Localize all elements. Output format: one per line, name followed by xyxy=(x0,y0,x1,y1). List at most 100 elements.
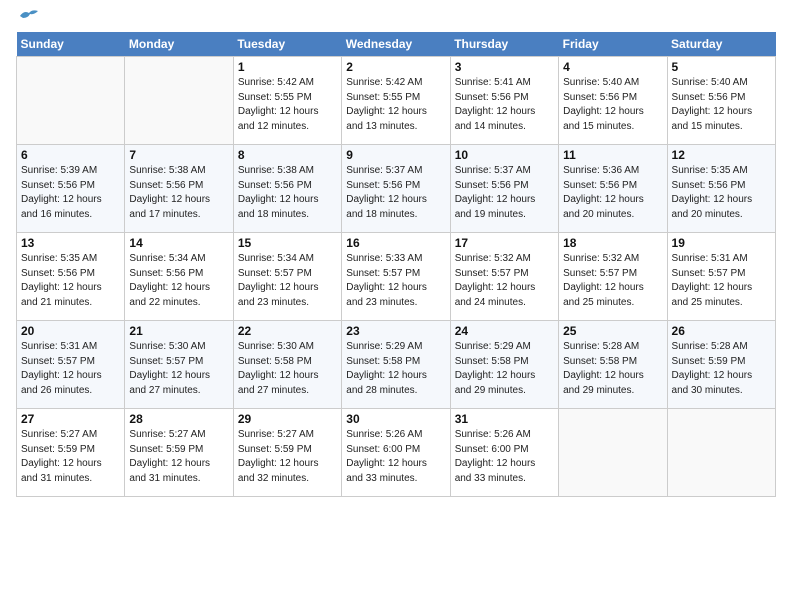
day-number: 15 xyxy=(238,236,337,250)
day-info: Sunrise: 5:31 AMSunset: 5:57 PMDaylight:… xyxy=(672,252,771,310)
weekday-header-sunday: Sunday xyxy=(17,32,125,57)
day-info: Sunrise: 5:29 AMSunset: 5:58 PMDaylight:… xyxy=(346,340,445,398)
day-info: Sunrise: 5:34 AMSunset: 5:56 PMDaylight:… xyxy=(129,252,228,310)
day-info: Sunrise: 5:41 AMSunset: 5:56 PMDaylight:… xyxy=(455,76,554,134)
day-number: 2 xyxy=(346,60,445,74)
day-number: 18 xyxy=(563,236,662,250)
day-number: 16 xyxy=(346,236,445,250)
day-info: Sunrise: 5:26 AMSunset: 6:00 PMDaylight:… xyxy=(346,428,445,486)
calendar-cell: 5 Sunrise: 5:40 AMSunset: 5:56 PMDayligh… xyxy=(667,57,775,145)
calendar-cell: 13 Sunrise: 5:35 AMSunset: 5:56 PMDaylig… xyxy=(17,233,125,321)
day-info: Sunrise: 5:36 AMSunset: 5:56 PMDaylight:… xyxy=(563,164,662,222)
day-number: 19 xyxy=(672,236,771,250)
day-number: 12 xyxy=(672,148,771,162)
day-number: 10 xyxy=(455,148,554,162)
calendar-week-row: 13 Sunrise: 5:35 AMSunset: 5:56 PMDaylig… xyxy=(17,233,776,321)
calendar-cell: 20 Sunrise: 5:31 AMSunset: 5:57 PMDaylig… xyxy=(17,321,125,409)
day-info: Sunrise: 5:37 AMSunset: 5:56 PMDaylight:… xyxy=(346,164,445,222)
calendar-cell: 10 Sunrise: 5:37 AMSunset: 5:56 PMDaylig… xyxy=(450,145,558,233)
weekday-header-friday: Friday xyxy=(559,32,667,57)
calendar-cell: 4 Sunrise: 5:40 AMSunset: 5:56 PMDayligh… xyxy=(559,57,667,145)
day-number: 26 xyxy=(672,324,771,338)
calendar-cell: 2 Sunrise: 5:42 AMSunset: 5:55 PMDayligh… xyxy=(342,57,450,145)
day-number: 20 xyxy=(21,324,120,338)
logo-bird-icon xyxy=(18,8,40,24)
calendar-cell xyxy=(17,57,125,145)
calendar-cell: 30 Sunrise: 5:26 AMSunset: 6:00 PMDaylig… xyxy=(342,409,450,497)
day-info: Sunrise: 5:28 AMSunset: 5:58 PMDaylight:… xyxy=(563,340,662,398)
day-number: 6 xyxy=(21,148,120,162)
calendar-week-row: 20 Sunrise: 5:31 AMSunset: 5:57 PMDaylig… xyxy=(17,321,776,409)
day-number: 7 xyxy=(129,148,228,162)
calendar-cell: 15 Sunrise: 5:34 AMSunset: 5:57 PMDaylig… xyxy=(233,233,341,321)
day-number: 23 xyxy=(346,324,445,338)
day-number: 31 xyxy=(455,412,554,426)
weekday-header-monday: Monday xyxy=(125,32,233,57)
calendar-cell: 18 Sunrise: 5:32 AMSunset: 5:57 PMDaylig… xyxy=(559,233,667,321)
weekday-header-saturday: Saturday xyxy=(667,32,775,57)
calendar-cell: 3 Sunrise: 5:41 AMSunset: 5:56 PMDayligh… xyxy=(450,57,558,145)
logo xyxy=(16,16,40,24)
day-info: Sunrise: 5:29 AMSunset: 5:58 PMDaylight:… xyxy=(455,340,554,398)
weekday-header-thursday: Thursday xyxy=(450,32,558,57)
day-number: 21 xyxy=(129,324,228,338)
calendar-cell: 22 Sunrise: 5:30 AMSunset: 5:58 PMDaylig… xyxy=(233,321,341,409)
calendar-cell: 26 Sunrise: 5:28 AMSunset: 5:59 PMDaylig… xyxy=(667,321,775,409)
calendar-cell: 21 Sunrise: 5:30 AMSunset: 5:57 PMDaylig… xyxy=(125,321,233,409)
day-number: 22 xyxy=(238,324,337,338)
calendar-cell: 9 Sunrise: 5:37 AMSunset: 5:56 PMDayligh… xyxy=(342,145,450,233)
page-header xyxy=(16,16,776,24)
calendar-week-row: 6 Sunrise: 5:39 AMSunset: 5:56 PMDayligh… xyxy=(17,145,776,233)
day-info: Sunrise: 5:38 AMSunset: 5:56 PMDaylight:… xyxy=(129,164,228,222)
day-info: Sunrise: 5:30 AMSunset: 5:58 PMDaylight:… xyxy=(238,340,337,398)
calendar-cell: 27 Sunrise: 5:27 AMSunset: 5:59 PMDaylig… xyxy=(17,409,125,497)
day-info: Sunrise: 5:42 AMSunset: 5:55 PMDaylight:… xyxy=(238,76,337,134)
day-info: Sunrise: 5:35 AMSunset: 5:56 PMDaylight:… xyxy=(672,164,771,222)
calendar-cell xyxy=(559,409,667,497)
day-number: 3 xyxy=(455,60,554,74)
day-number: 24 xyxy=(455,324,554,338)
day-info: Sunrise: 5:39 AMSunset: 5:56 PMDaylight:… xyxy=(21,164,120,222)
weekday-header-tuesday: Tuesday xyxy=(233,32,341,57)
day-number: 8 xyxy=(238,148,337,162)
calendar-cell: 28 Sunrise: 5:27 AMSunset: 5:59 PMDaylig… xyxy=(125,409,233,497)
calendar-week-row: 27 Sunrise: 5:27 AMSunset: 5:59 PMDaylig… xyxy=(17,409,776,497)
calendar-cell xyxy=(125,57,233,145)
day-info: Sunrise: 5:32 AMSunset: 5:57 PMDaylight:… xyxy=(563,252,662,310)
calendar-cell: 7 Sunrise: 5:38 AMSunset: 5:56 PMDayligh… xyxy=(125,145,233,233)
calendar-cell: 1 Sunrise: 5:42 AMSunset: 5:55 PMDayligh… xyxy=(233,57,341,145)
day-info: Sunrise: 5:33 AMSunset: 5:57 PMDaylight:… xyxy=(346,252,445,310)
day-info: Sunrise: 5:42 AMSunset: 5:55 PMDaylight:… xyxy=(346,76,445,134)
day-info: Sunrise: 5:35 AMSunset: 5:56 PMDaylight:… xyxy=(21,252,120,310)
calendar-cell: 16 Sunrise: 5:33 AMSunset: 5:57 PMDaylig… xyxy=(342,233,450,321)
calendar-cell: 19 Sunrise: 5:31 AMSunset: 5:57 PMDaylig… xyxy=(667,233,775,321)
calendar-cell: 17 Sunrise: 5:32 AMSunset: 5:57 PMDaylig… xyxy=(450,233,558,321)
calendar-cell: 24 Sunrise: 5:29 AMSunset: 5:58 PMDaylig… xyxy=(450,321,558,409)
day-info: Sunrise: 5:32 AMSunset: 5:57 PMDaylight:… xyxy=(455,252,554,310)
calendar-table: SundayMondayTuesdayWednesdayThursdayFrid… xyxy=(16,32,776,497)
calendar-cell: 29 Sunrise: 5:27 AMSunset: 5:59 PMDaylig… xyxy=(233,409,341,497)
day-number: 27 xyxy=(21,412,120,426)
day-number: 11 xyxy=(563,148,662,162)
weekday-header-row: SundayMondayTuesdayWednesdayThursdayFrid… xyxy=(17,32,776,57)
day-number: 5 xyxy=(672,60,771,74)
day-info: Sunrise: 5:31 AMSunset: 5:57 PMDaylight:… xyxy=(21,340,120,398)
calendar-cell: 25 Sunrise: 5:28 AMSunset: 5:58 PMDaylig… xyxy=(559,321,667,409)
day-number: 25 xyxy=(563,324,662,338)
day-info: Sunrise: 5:38 AMSunset: 5:56 PMDaylight:… xyxy=(238,164,337,222)
day-number: 30 xyxy=(346,412,445,426)
day-info: Sunrise: 5:27 AMSunset: 5:59 PMDaylight:… xyxy=(238,428,337,486)
day-number: 17 xyxy=(455,236,554,250)
calendar-cell: 31 Sunrise: 5:26 AMSunset: 6:00 PMDaylig… xyxy=(450,409,558,497)
calendar-cell: 11 Sunrise: 5:36 AMSunset: 5:56 PMDaylig… xyxy=(559,145,667,233)
day-number: 1 xyxy=(238,60,337,74)
weekday-header-wednesday: Wednesday xyxy=(342,32,450,57)
day-info: Sunrise: 5:28 AMSunset: 5:59 PMDaylight:… xyxy=(672,340,771,398)
day-number: 13 xyxy=(21,236,120,250)
day-number: 14 xyxy=(129,236,228,250)
day-info: Sunrise: 5:37 AMSunset: 5:56 PMDaylight:… xyxy=(455,164,554,222)
calendar-cell xyxy=(667,409,775,497)
day-number: 29 xyxy=(238,412,337,426)
day-number: 9 xyxy=(346,148,445,162)
day-info: Sunrise: 5:27 AMSunset: 5:59 PMDaylight:… xyxy=(129,428,228,486)
